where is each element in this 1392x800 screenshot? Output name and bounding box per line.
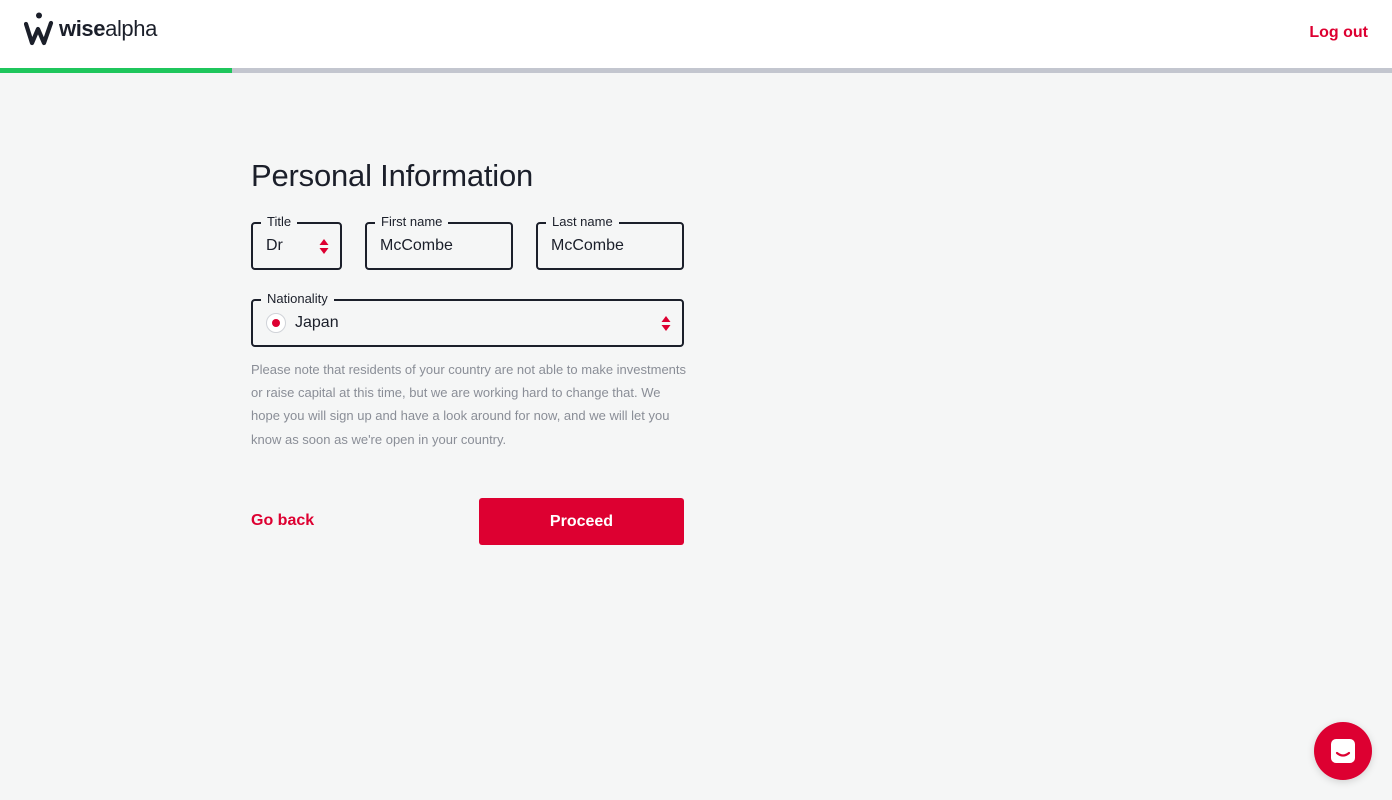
last-name-field[interactable]: Last name McCombe <box>536 213 684 270</box>
page-title: Personal Information <box>251 158 534 193</box>
nationality-value: Japan <box>295 314 339 331</box>
chat-launcher-button[interactable] <box>1314 722 1372 780</box>
last-name-value: McCombe <box>551 237 624 254</box>
residency-notice: Please note that residents of your count… <box>251 362 687 447</box>
title-value: Dr <box>266 237 283 254</box>
wisealpha-logo-icon <box>24 12 54 46</box>
first-name-label: First name <box>375 213 449 231</box>
chat-icon <box>1331 739 1355 763</box>
header: wisealpha Log out <box>0 0 1392 68</box>
proceed-button[interactable]: Proceed <box>479 498 684 545</box>
logout-link[interactable]: Log out <box>1309 24 1368 42</box>
title-select[interactable]: Title Dr <box>251 213 342 270</box>
wisealpha-logo[interactable]: wisealpha <box>24 12 157 46</box>
select-arrows-icon <box>661 316 671 331</box>
progress-bar <box>0 68 1392 73</box>
progress-bar-fill <box>0 68 233 73</box>
brand-name: wisealpha <box>59 16 157 41</box>
nationality-select[interactable]: Nationality Japan <box>251 290 684 347</box>
first-name-value: McCombe <box>380 237 453 254</box>
select-arrows-icon <box>319 239 329 254</box>
first-name-field[interactable]: First name McCombe <box>365 213 513 270</box>
title-label: Title <box>261 213 298 231</box>
last-name-label: Last name <box>546 213 619 231</box>
nationality-label: Nationality <box>261 290 334 308</box>
japan-flag-icon <box>266 313 286 333</box>
go-back-link[interactable]: Go back <box>251 512 314 530</box>
